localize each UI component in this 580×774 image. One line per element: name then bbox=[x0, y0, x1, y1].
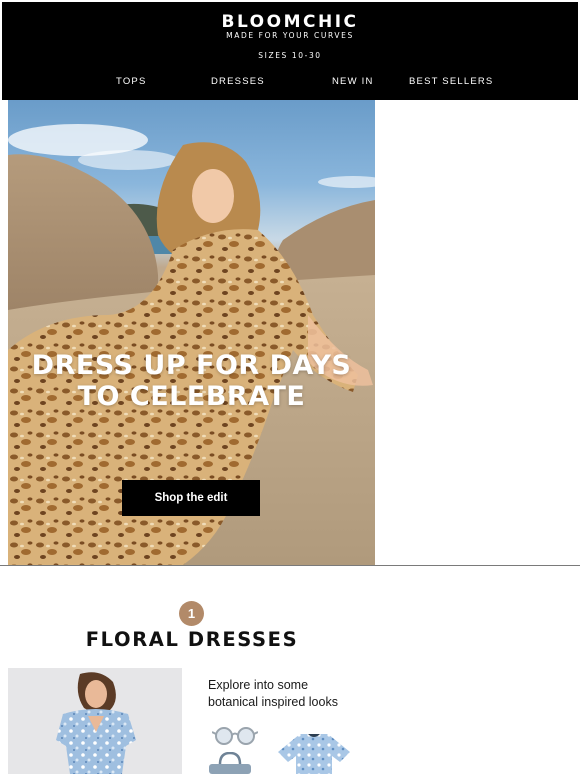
section-divider bbox=[0, 565, 580, 566]
brand-logo[interactable]: BLOOMCHIC bbox=[2, 12, 578, 32]
nav-new-in-link[interactable]: NEW IN bbox=[332, 76, 374, 87]
nav-best-sellers-link[interactable]: BEST SELLERS bbox=[409, 76, 493, 87]
brand-tagline: MADE FOR YOUR CURVES bbox=[226, 31, 354, 40]
email-header: BLOOMCHIC MADE FOR YOUR CURVES SIZES 10-… bbox=[2, 2, 578, 100]
explore-copy: Explore into some botanical inspired loo… bbox=[208, 678, 338, 709]
floral-dress-image bbox=[56, 672, 136, 774]
section-title: FLORAL DRESSES bbox=[85, 628, 299, 651]
hero-headline-line1: DRESS UP FOR DAYS bbox=[31, 350, 352, 381]
floral-dress-photo[interactable] bbox=[8, 668, 182, 774]
hero-headline: DRESS UP FOR DAYS TO CELEBRATE bbox=[8, 350, 375, 412]
step-number-badge: 1 bbox=[179, 601, 204, 626]
nav-dresses-link[interactable]: DRESSES bbox=[211, 76, 265, 87]
floral-top-icon[interactable] bbox=[276, 732, 352, 774]
hero-headline-line2: TO CELEBRATE bbox=[77, 381, 306, 412]
shop-the-edit-button[interactable]: Shop the edit bbox=[122, 480, 260, 516]
sunglasses-icon[interactable] bbox=[212, 726, 258, 746]
handbag-icon[interactable] bbox=[205, 752, 255, 774]
sizes-label: SIZES 10-30 bbox=[258, 51, 322, 60]
hero-banner[interactable]: DRESS UP FOR DAYS TO CELEBRATE Shop the … bbox=[8, 100, 375, 565]
nav-tops-link[interactable]: TOPS bbox=[116, 76, 147, 87]
